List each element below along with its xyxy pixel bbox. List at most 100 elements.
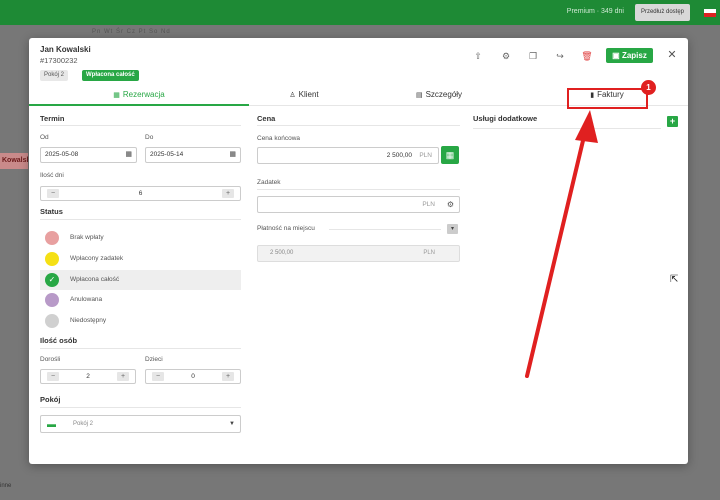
- room-select-value: Pokój 2: [73, 421, 94, 427]
- divider: [40, 219, 241, 220]
- days-count-label: Ilość dni: [40, 172, 64, 179]
- user-icon: ♙: [289, 92, 296, 99]
- annotation-highlight-box: [567, 88, 648, 109]
- status-option-paid[interactable]: ✓ Wpłacona całość: [40, 270, 241, 290]
- section-room-title: Pokój: [40, 395, 61, 404]
- status-option-deposit[interactable]: Wpłacony zadatek: [40, 249, 241, 269]
- currency-label: PLN: [419, 152, 432, 159]
- bed-icon: ▬: [47, 419, 56, 429]
- final-price-label: Cena końcowa: [257, 135, 300, 142]
- annotation-step-badge: 1: [641, 80, 656, 95]
- calendar-icon[interactable]: ▦: [229, 148, 236, 162]
- increment-button[interactable]: +: [222, 189, 234, 198]
- calculator-button[interactable]: ▦: [441, 146, 459, 164]
- section-status-title: Status: [40, 207, 63, 216]
- room-select[interactable]: ▬ Pokój 2 ▼: [40, 415, 241, 433]
- calendar-reservation-label[interactable]: Kowalski: [0, 153, 28, 169]
- divider: [257, 125, 460, 126]
- calendar-icon[interactable]: ▦: [125, 148, 132, 162]
- status-dot-icon: [45, 314, 59, 328]
- date-from-label: Od: [40, 134, 49, 141]
- days-count-value: 6: [138, 190, 143, 197]
- tab-details[interactable]: ▤ Szczegóły: [359, 86, 519, 106]
- guest-name: Jan Kowalski: [40, 45, 91, 54]
- payment-status-badge: Wpłacona całość: [82, 70, 139, 81]
- room-badge: Pokój 2: [40, 70, 69, 81]
- chevron-down-icon: ▼: [229, 421, 235, 427]
- tab-label: Klient: [298, 90, 319, 99]
- children-stepper[interactable]: 0 − +: [145, 369, 241, 384]
- save-label: Zapisz: [621, 51, 647, 60]
- status-dot-icon: [45, 252, 59, 266]
- decrement-button[interactable]: −: [152, 372, 164, 381]
- tab-client[interactable]: ♙ Klient: [249, 86, 359, 106]
- day-strip: Pn Wt Śr Cz Pt So Nd: [92, 29, 171, 35]
- divider: [40, 407, 241, 408]
- save-button[interactable]: ▣ Zapisz: [606, 48, 653, 63]
- increment-button[interactable]: +: [117, 372, 129, 381]
- tab-reservation[interactable]: ▦ Rezerwacja: [29, 86, 249, 106]
- increment-button[interactable]: +: [222, 372, 234, 381]
- divider: [40, 125, 241, 126]
- divider: [40, 348, 241, 349]
- gear-icon[interactable]: ⚙: [500, 50, 512, 62]
- currency-label: PLN: [422, 201, 435, 208]
- save-icon: ▣: [612, 51, 622, 60]
- divider: [473, 128, 661, 129]
- status-label: Anulowana: [70, 296, 103, 303]
- extend-access-button[interactable]: Przedłuż dostęp: [634, 4, 690, 21]
- status-label: Brak wpłaty: [70, 234, 104, 241]
- app-top-bar: Premium · 349 dni Przedłuż dostęp: [0, 0, 720, 25]
- adults-label: Dorośli: [40, 356, 61, 363]
- calendar-icon: ▦: [113, 92, 120, 99]
- status-label: Wpłacona całość: [70, 276, 120, 283]
- tab-label: Szczegóły: [425, 90, 463, 99]
- currency-label: PLN: [423, 250, 435, 256]
- children-label: Dzieci: [145, 356, 163, 363]
- section-price-title: Cena: [257, 114, 276, 123]
- adults-stepper[interactable]: 2 − +: [40, 369, 136, 384]
- deposit-input[interactable]: PLN ⚙: [257, 196, 460, 213]
- trash-icon[interactable]: 🗑: [581, 50, 593, 62]
- status-label: Niedostępny: [70, 317, 107, 324]
- section-term-title: Termin: [40, 114, 65, 123]
- tab-label: Rezerwacja: [122, 90, 165, 99]
- document-icon: ▤: [415, 92, 423, 99]
- deposit-label: Zadatek: [257, 179, 281, 186]
- date-to-label: Do: [145, 134, 154, 141]
- modal-header: Jan Kowalski #17300232 Pokój 2 Wpłacona …: [29, 38, 688, 86]
- status-option-unpaid[interactable]: Brak wpłaty: [40, 228, 241, 248]
- date-from-input[interactable]: 2025-05-08 ▦: [40, 147, 137, 163]
- status-option-unavailable[interactable]: Niedostępny: [40, 311, 241, 331]
- premium-status: Premium · 349 dni: [566, 8, 624, 15]
- close-icon[interactable]: ✕: [666, 49, 678, 61]
- upload-icon[interactable]: ⇧: [472, 50, 484, 62]
- share-icon[interactable]: ↪: [554, 50, 566, 62]
- divider: [257, 189, 460, 190]
- footer-text: inne: [0, 483, 12, 489]
- final-price-input[interactable]: 2 500,00 PLN: [257, 147, 439, 164]
- decrement-button[interactable]: −: [47, 372, 59, 381]
- date-from-value: 2025-05-08: [45, 151, 79, 158]
- reservation-number: #17300232: [40, 56, 78, 65]
- status-dot-icon: [45, 293, 59, 307]
- mouse-cursor-icon: ⇱: [670, 274, 679, 285]
- divider: [329, 229, 441, 230]
- chevron-down-icon[interactable]: ▾: [447, 224, 458, 234]
- copy-icon[interactable]: ❐: [527, 50, 539, 62]
- date-to-input[interactable]: 2025-05-14 ▦: [145, 147, 241, 163]
- status-option-cancelled[interactable]: Anulowana: [40, 290, 241, 310]
- section-extras-title: Usługi dodatkowe: [473, 114, 538, 123]
- days-count-stepper[interactable]: 6 − +: [40, 186, 241, 201]
- final-price-value: 2 500,00: [386, 152, 412, 159]
- check-icon: ✓: [45, 273, 59, 287]
- onsite-payment-value: 2 500,00: [270, 250, 294, 256]
- section-guests-title: Ilość osób: [40, 336, 78, 345]
- decrement-button[interactable]: −: [47, 189, 59, 198]
- add-extra-service-button[interactable]: +: [667, 116, 678, 127]
- language-flag-icon[interactable]: [704, 9, 716, 17]
- settings-icon[interactable]: ⚙: [447, 197, 454, 212]
- date-to-value: 2025-05-14: [150, 151, 184, 158]
- status-label: Wpłacony zadatek: [70, 255, 124, 262]
- status-dot-icon: [45, 231, 59, 245]
